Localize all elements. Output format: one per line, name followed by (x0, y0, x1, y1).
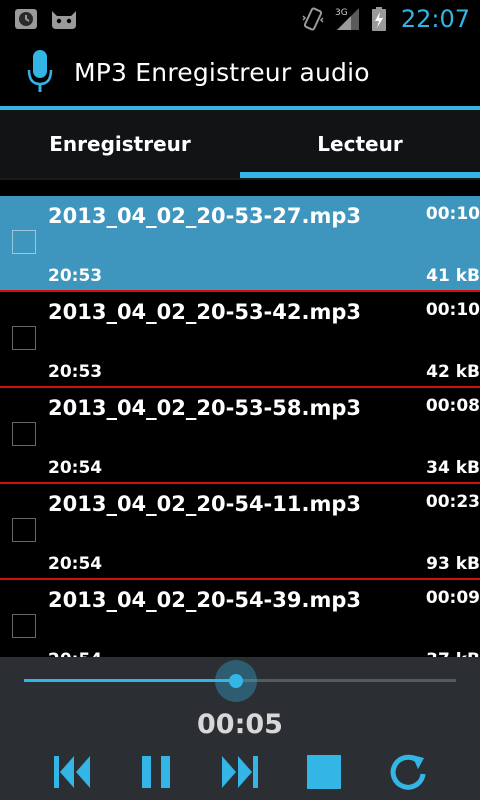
recording-filename: 2013_04_02_20-53-27.mp3 (48, 204, 362, 228)
recording-checkbox[interactable] (12, 326, 36, 350)
recording-duration: 00:08 (425, 396, 480, 416)
tab-lecteur[interactable]: Lecteur (240, 110, 480, 178)
clock: 22:07 (400, 5, 470, 33)
recording-size: 93 kB (426, 554, 480, 574)
cyanogenmod-icon (50, 6, 78, 32)
microphone-icon (20, 47, 60, 97)
pause-icon (138, 754, 174, 794)
elapsed-time: 00:05 (197, 709, 283, 740)
tab-enregistreur-label: Enregistreur (49, 132, 191, 156)
recording-time: 20:53 (48, 362, 103, 382)
signal-icon: 3G (333, 6, 363, 32)
vibrate-icon (299, 6, 327, 32)
recording-row[interactable]: 2013_04_02_20-53-42.mp3 00:10 20:53 42 k… (0, 292, 480, 388)
recording-filename: 2013_04_02_20-54-39.mp3 (48, 588, 362, 612)
recording-row[interactable]: 2013_04_02_20-54-11.mp3 00:23 20:54 93 k… (0, 484, 480, 580)
player-panel: 00:05 (0, 657, 480, 800)
tab-bar-divider (0, 178, 480, 180)
repeat-icon (388, 752, 428, 796)
app-title: MP3 Enregistreur audio (74, 57, 370, 87)
recording-checkbox[interactable] (12, 422, 36, 446)
recordings-list[interactable]: 2013_04_02_20-53-27.mp3 00:10 20:53 41 k… (0, 196, 480, 658)
recording-checkbox[interactable] (12, 230, 36, 254)
recording-time: 20:54 (48, 458, 103, 478)
recording-duration: 00:09 (425, 588, 480, 608)
recording-duration: 00:10 (425, 204, 480, 224)
tab-bar: Enregistreur Lecteur (0, 110, 480, 178)
alarm-icon (12, 6, 40, 32)
recording-time: 20:54 (48, 554, 103, 574)
recording-size: 41 kB (426, 266, 480, 286)
recording-duration: 00:10 (425, 300, 480, 320)
recording-time: 20:53 (48, 266, 103, 286)
recording-row[interactable]: 2013_04_02_20-53-27.mp3 00:10 20:53 41 k… (0, 196, 480, 292)
recording-duration: 00:23 (425, 492, 480, 512)
recording-filename: 2013_04_02_20-53-42.mp3 (48, 300, 362, 324)
recording-checkbox[interactable] (12, 518, 36, 542)
screen: 3G 22:07 MP3 Enregistreur audio Enregist… (0, 0, 480, 800)
stop-button[interactable] (302, 752, 346, 796)
recording-size: 34 kB (426, 458, 480, 478)
tab-enregistreur[interactable]: Enregistreur (0, 110, 240, 178)
recording-row[interactable]: 2013_04_02_20-54-39.mp3 00:09 20:54 37 k… (0, 580, 480, 658)
network-type-label: 3G (335, 8, 348, 18)
action-bar: MP3 Enregistreur audio (0, 38, 480, 106)
status-bar: 3G 22:07 (0, 0, 480, 38)
battery-charging-icon (369, 6, 389, 32)
recording-row[interactable]: 2013_04_02_20-53-58.mp3 00:08 20:54 34 k… (0, 388, 480, 484)
repeat-button[interactable] (386, 752, 430, 796)
seek-bar-progress (24, 679, 236, 682)
recording-filename: 2013_04_02_20-53-58.mp3 (48, 396, 362, 420)
fast-forward-button[interactable] (218, 752, 262, 796)
playback-controls (0, 752, 480, 796)
rewind-icon (52, 754, 92, 794)
seek-thumb[interactable] (228, 674, 243, 688)
pause-button[interactable] (134, 752, 178, 796)
recording-checkbox[interactable] (12, 614, 36, 638)
fast-forward-icon (220, 754, 260, 794)
recording-filename: 2013_04_02_20-54-11.mp3 (48, 492, 362, 516)
tab-lecteur-label: Lecteur (317, 132, 403, 156)
recording-size: 42 kB (426, 362, 480, 382)
rewind-button[interactable] (50, 752, 94, 796)
stop-icon (306, 754, 342, 794)
